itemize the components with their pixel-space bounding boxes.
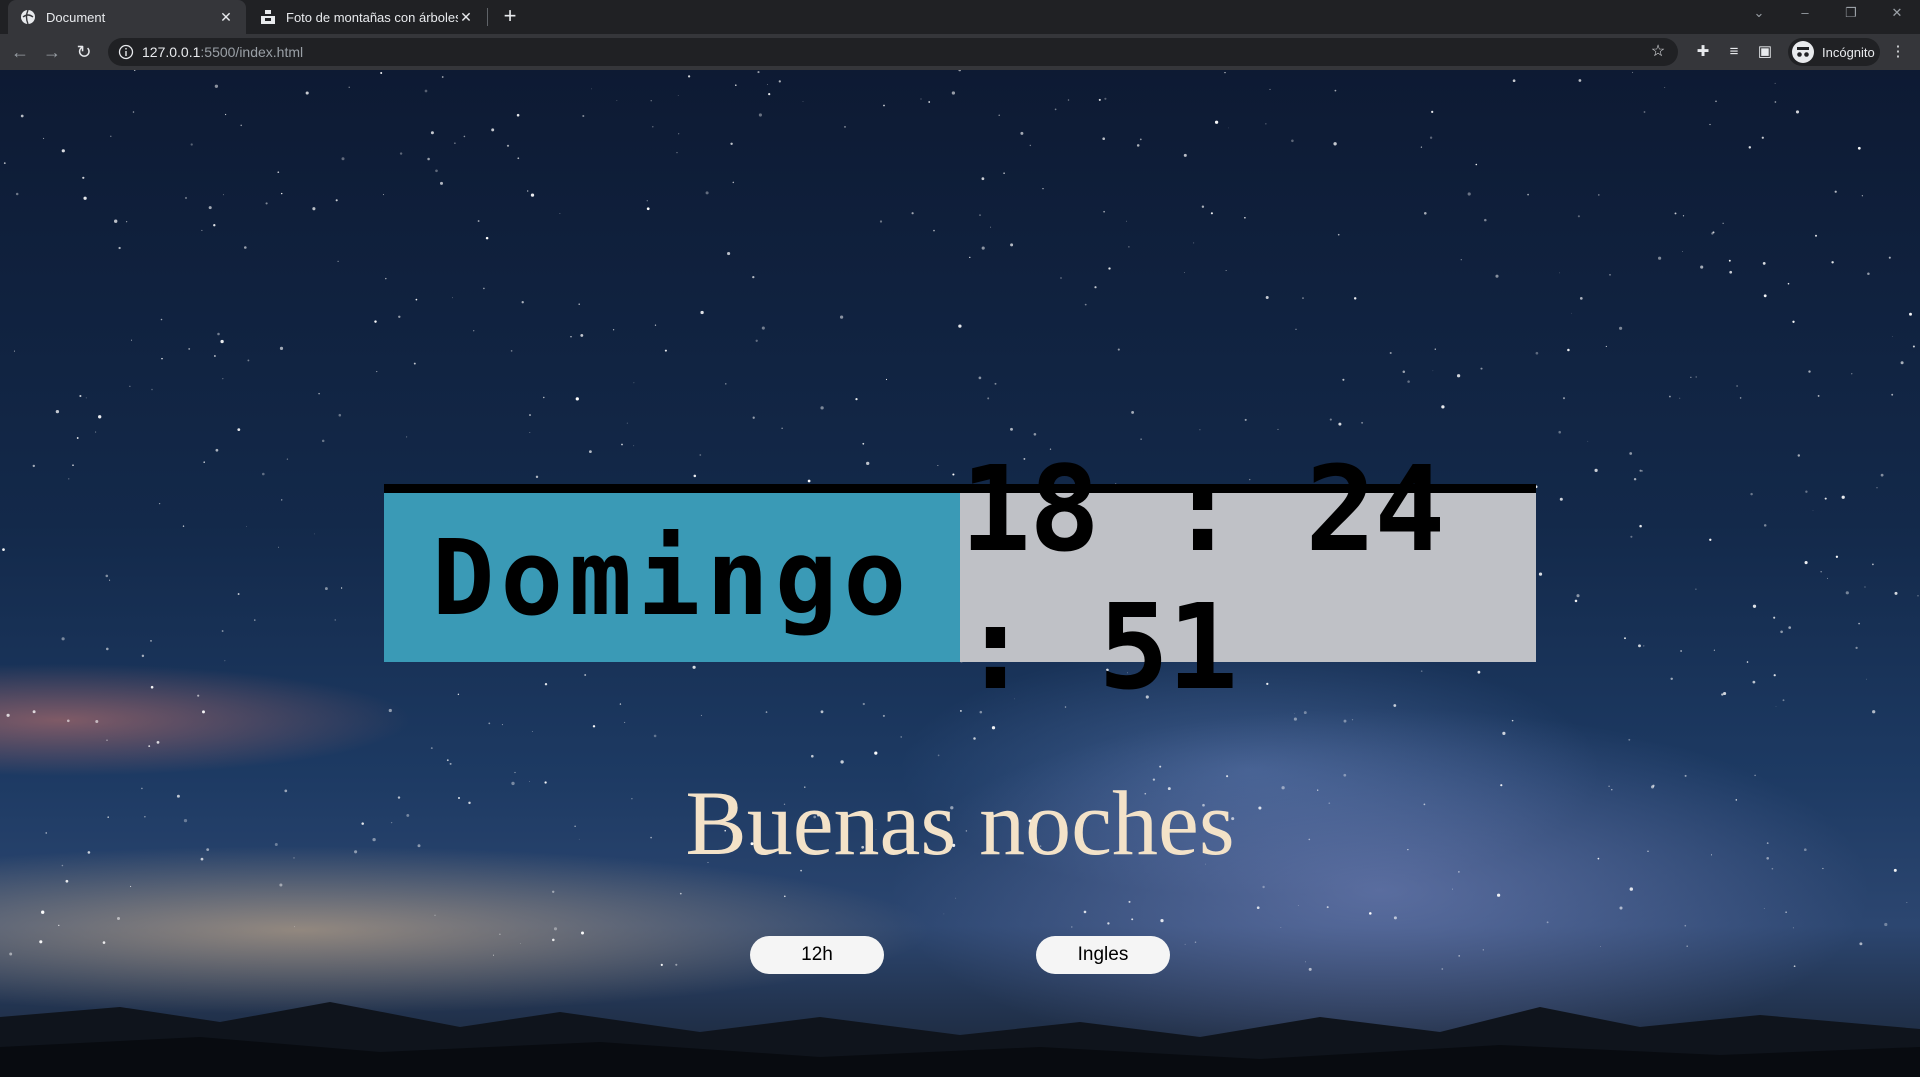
- address-bar[interactable]: 127.0.0.1:5500/index.html ☆: [108, 38, 1678, 66]
- day-display: Domingo: [384, 493, 960, 662]
- profile-label: Incógnito: [1822, 44, 1875, 60]
- tab-divider: [487, 8, 488, 26]
- tab-search-icon[interactable]: ⌄: [1736, 0, 1782, 26]
- language-toggle-button[interactable]: Ingles: [1036, 936, 1170, 974]
- close-icon[interactable]: ✕: [218, 9, 234, 25]
- minimize-button[interactable]: –: [1782, 0, 1828, 26]
- mountain-silhouette: [0, 1002, 1920, 1077]
- greeting-text: Buenas noches: [685, 772, 1235, 874]
- tab-title: Foto de montañas con árboles b: [286, 9, 458, 25]
- menu-icon[interactable]: ⋮: [1888, 42, 1908, 62]
- url-host: 127.0.0.1: [142, 44, 201, 60]
- clock-panel: Domingo 18 : 24 : 51: [384, 440, 1536, 716]
- forward-button[interactable]: →: [40, 40, 64, 64]
- incognito-profile-button[interactable]: Incógnito: [1788, 38, 1880, 66]
- url-text: 127.0.0.1:5500/index.html: [142, 38, 303, 66]
- unsplash-icon: [260, 9, 276, 25]
- close-icon[interactable]: ✕: [458, 9, 474, 25]
- tab-document[interactable]: Document ✕: [8, 0, 246, 34]
- tab-foto[interactable]: Foto de montañas con árboles b ✕: [248, 0, 486, 34]
- info-icon[interactable]: [118, 44, 134, 60]
- format-toggle-button[interactable]: 12h: [750, 936, 884, 974]
- tab-title: Document: [46, 9, 106, 25]
- browser-window: Document ✕ Foto de montañas con árboles …: [0, 0, 1920, 1077]
- extensions-icon[interactable]: ✚: [1693, 42, 1713, 62]
- close-window-button[interactable]: ✕: [1874, 0, 1920, 26]
- globe-icon: [20, 9, 36, 25]
- reading-list-icon[interactable]: ≡: [1724, 42, 1744, 62]
- url-path: :5500/index.html: [200, 44, 304, 60]
- new-tab-button[interactable]: +: [498, 5, 522, 29]
- time-display: 18 : 24 : 51: [960, 440, 1536, 716]
- bookmark-star-icon[interactable]: ☆: [1648, 42, 1668, 62]
- incognito-icon: [1792, 41, 1814, 63]
- time-text: 18 : 24 : 51: [960, 439, 1445, 716]
- restore-button[interactable]: ❐: [1828, 0, 1874, 26]
- reload-button[interactable]: ↻: [72, 40, 96, 64]
- tab-strip: Document ✕ Foto de montañas con árboles …: [0, 0, 1920, 34]
- browser-toolbar: ← → ↻ 127.0.0.1:5500/index.html ☆ ✚ ≡ ▣ …: [0, 34, 1920, 70]
- day-text: Domingo: [431, 516, 913, 639]
- page-content: Domingo 18 : 24 : 51 Buenas noches 12h I…: [0, 70, 1920, 1077]
- side-panel-icon[interactable]: ▣: [1755, 42, 1775, 62]
- back-button[interactable]: ←: [8, 40, 32, 64]
